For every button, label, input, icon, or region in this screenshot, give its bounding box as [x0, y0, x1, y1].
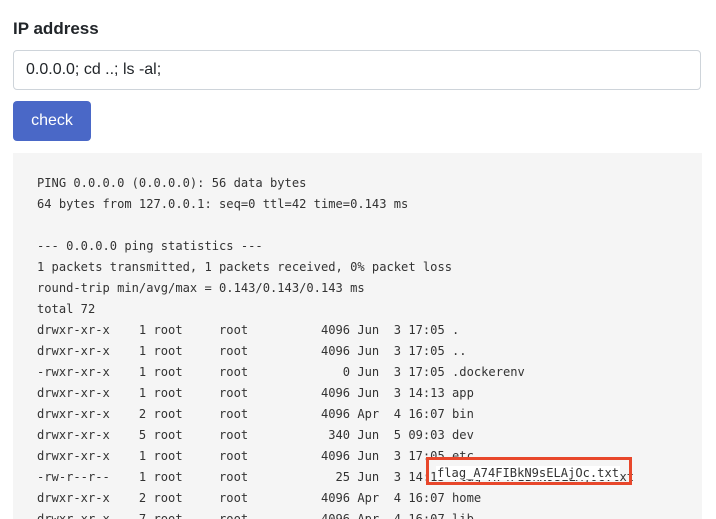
output-line: drwxr-xr-x 1 root root 4096 Jun 3 14:13 …	[37, 386, 474, 400]
output-line: round-trip min/avg/max = 0.143/0.143/0.1…	[37, 281, 365, 295]
flag-filename-highlight-text: flag_A74FIBkN9sELAjOc.txt	[436, 466, 621, 480]
output-line: --- 0.0.0.0 ping statistics ---	[37, 239, 263, 253]
command-output-panel: PING 0.0.0.0 (0.0.0.0): 56 data bytes 64 …	[13, 153, 702, 519]
ip-address-label: IP address	[13, 19, 99, 38]
output-line: -rwxr-xr-x 1 root root 0 Jun 3 17:05 .do…	[37, 365, 525, 379]
output-line: 64 bytes from 127.0.0.1: seq=0 ttl=42 ti…	[37, 197, 409, 211]
output-line: drwxr-xr-x 2 root root 4096 Apr 4 16:07 …	[37, 407, 474, 421]
output-line: total 72	[37, 302, 96, 316]
output-line: PING 0.0.0.0 (0.0.0.0): 56 data bytes	[37, 176, 307, 190]
output-line: drwxr-xr-x 2 root root 4096 Apr 4 16:07 …	[37, 491, 482, 505]
output-line: drwxr-xr-x 1 root root 4096 Jun 3 17:05 …	[37, 449, 474, 463]
output-line: drwxr-xr-x 5 root root 340 Jun 5 09:03 d…	[37, 428, 474, 442]
output-line: drwxr-xr-x 7 root root 4096 Apr 4 16:07 …	[37, 512, 474, 519]
output-line: drwxr-xr-x 1 root root 4096 Jun 3 17:05 …	[37, 344, 467, 358]
ip-address-input[interactable]	[13, 50, 701, 90]
output-line: drwxr-xr-x 1 root root 4096 Jun 3 17:05 …	[37, 323, 460, 337]
output-line: 1 packets transmitted, 1 packets receive…	[37, 260, 453, 274]
check-button[interactable]: check	[13, 101, 91, 141]
